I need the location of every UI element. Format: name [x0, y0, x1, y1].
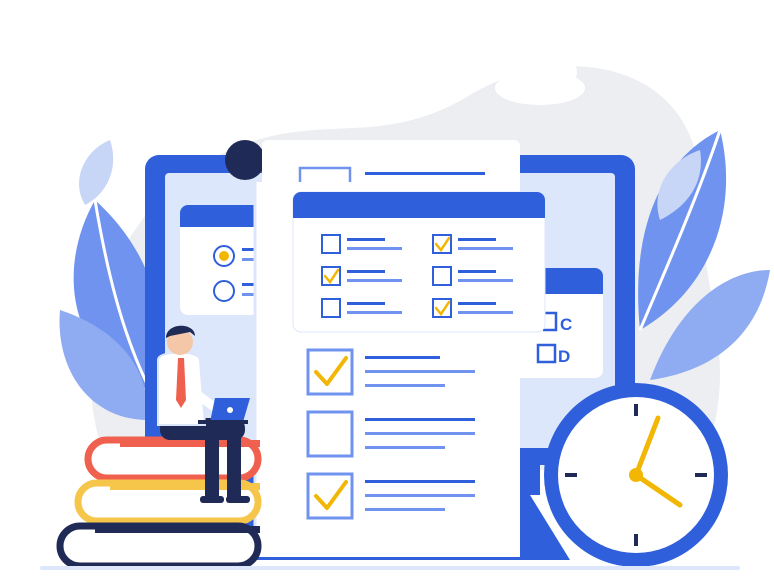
checklist-illustration: C B D	[0, 0, 774, 576]
leaf-icon	[59, 140, 160, 420]
clock-icon	[544, 383, 728, 567]
illustration-canvas: C B D	[40, 54, 770, 570]
cloud-icon	[495, 54, 585, 105]
checklist-panel	[292, 191, 546, 333]
ground-line	[40, 566, 740, 570]
option-c-label: C	[560, 315, 572, 334]
cloud-icon	[120, 88, 210, 143]
option-d-label: D	[558, 347, 570, 366]
